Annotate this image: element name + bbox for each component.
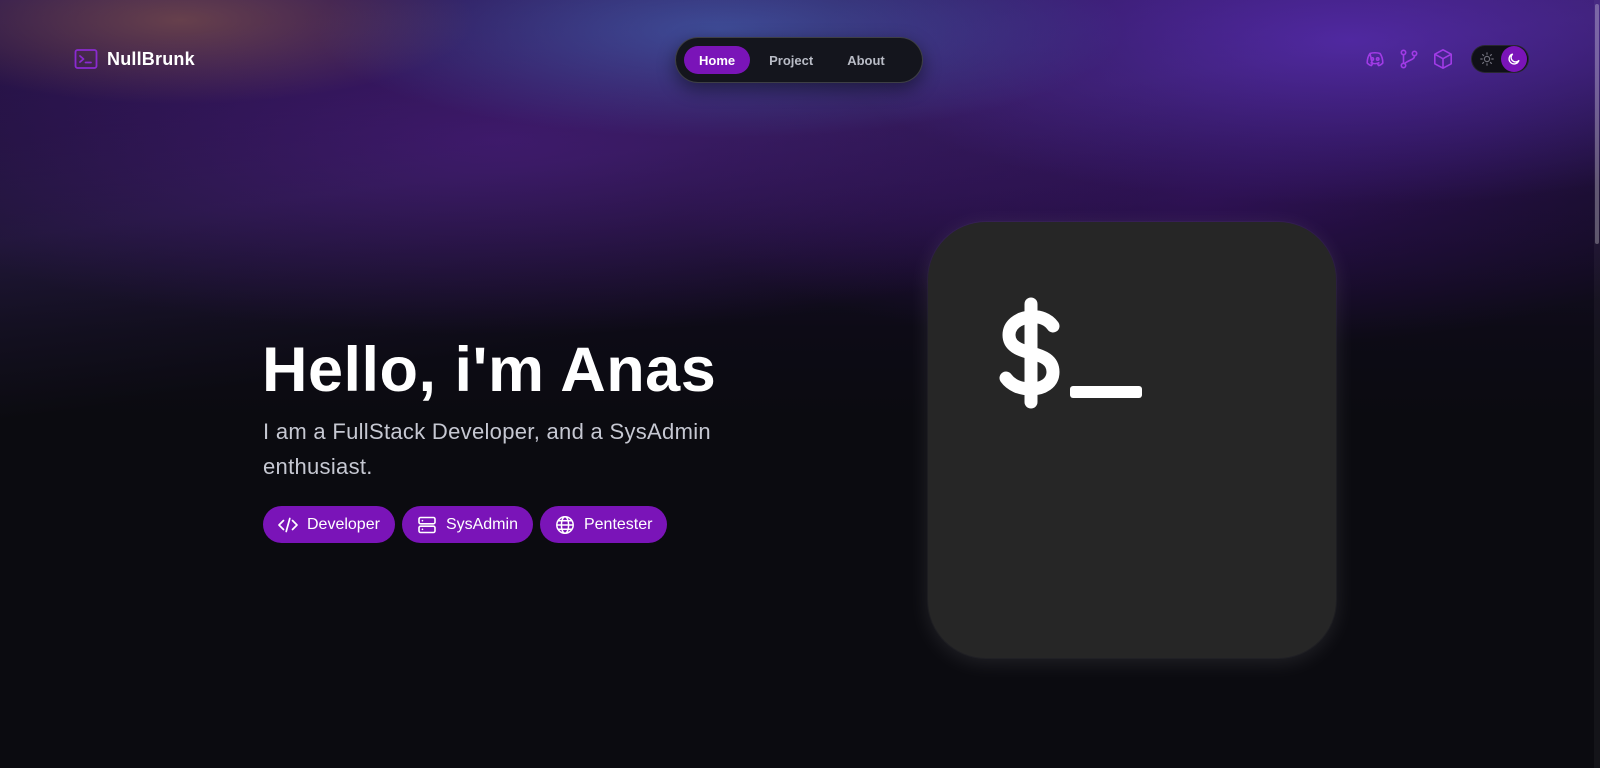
scrollbar-thumb[interactable]: [1595, 4, 1599, 244]
cube-icon[interactable]: [1431, 47, 1455, 71]
discord-icon[interactable]: [1363, 47, 1387, 71]
globe-icon: [554, 514, 576, 536]
tag-label: Pentester: [583, 515, 653, 533]
code-icon: [277, 514, 299, 536]
tag-sysadmin[interactable]: SysAdmin: [401, 506, 533, 543]
main-nav: Home Project About: [675, 37, 923, 83]
brand-name: NullBrunk: [107, 48, 195, 69]
terminal-prompt-icon: [999, 297, 1142, 409]
nav-project[interactable]: Project: [754, 46, 828, 74]
scrollbar-track[interactable]: [1594, 0, 1600, 768]
tag-label: SysAdmin: [445, 515, 518, 533]
tag-developer[interactable]: Developer: [263, 506, 395, 543]
server-icon: [416, 514, 438, 536]
brand-link[interactable]: NullBrunk: [74, 47, 195, 71]
hero-subtitle: I am a FullStack Developer, and a SysAdm…: [263, 419, 711, 479]
page: NullBrunk Home Project About Hello, i'm …: [0, 0, 1600, 768]
git-branch-icon[interactable]: [1397, 47, 1421, 71]
social-icons: [1363, 47, 1455, 71]
hero-title: Hello, i'm Anas: [262, 335, 717, 405]
moon-icon: [1507, 52, 1521, 66]
nav-home[interactable]: Home: [684, 46, 751, 74]
sun-icon: [1480, 52, 1494, 66]
role-tags: Developer SysAdmin Pentester: [263, 506, 668, 543]
terminal-icon: [74, 47, 98, 71]
tag-pentester[interactable]: Pentester: [539, 506, 668, 543]
tag-label: Developer: [307, 515, 380, 533]
terminal-card: [928, 222, 1336, 658]
toggle-knob: [1501, 46, 1527, 72]
theme-toggle[interactable]: [1471, 45, 1529, 73]
nav-about[interactable]: About: [832, 46, 900, 74]
